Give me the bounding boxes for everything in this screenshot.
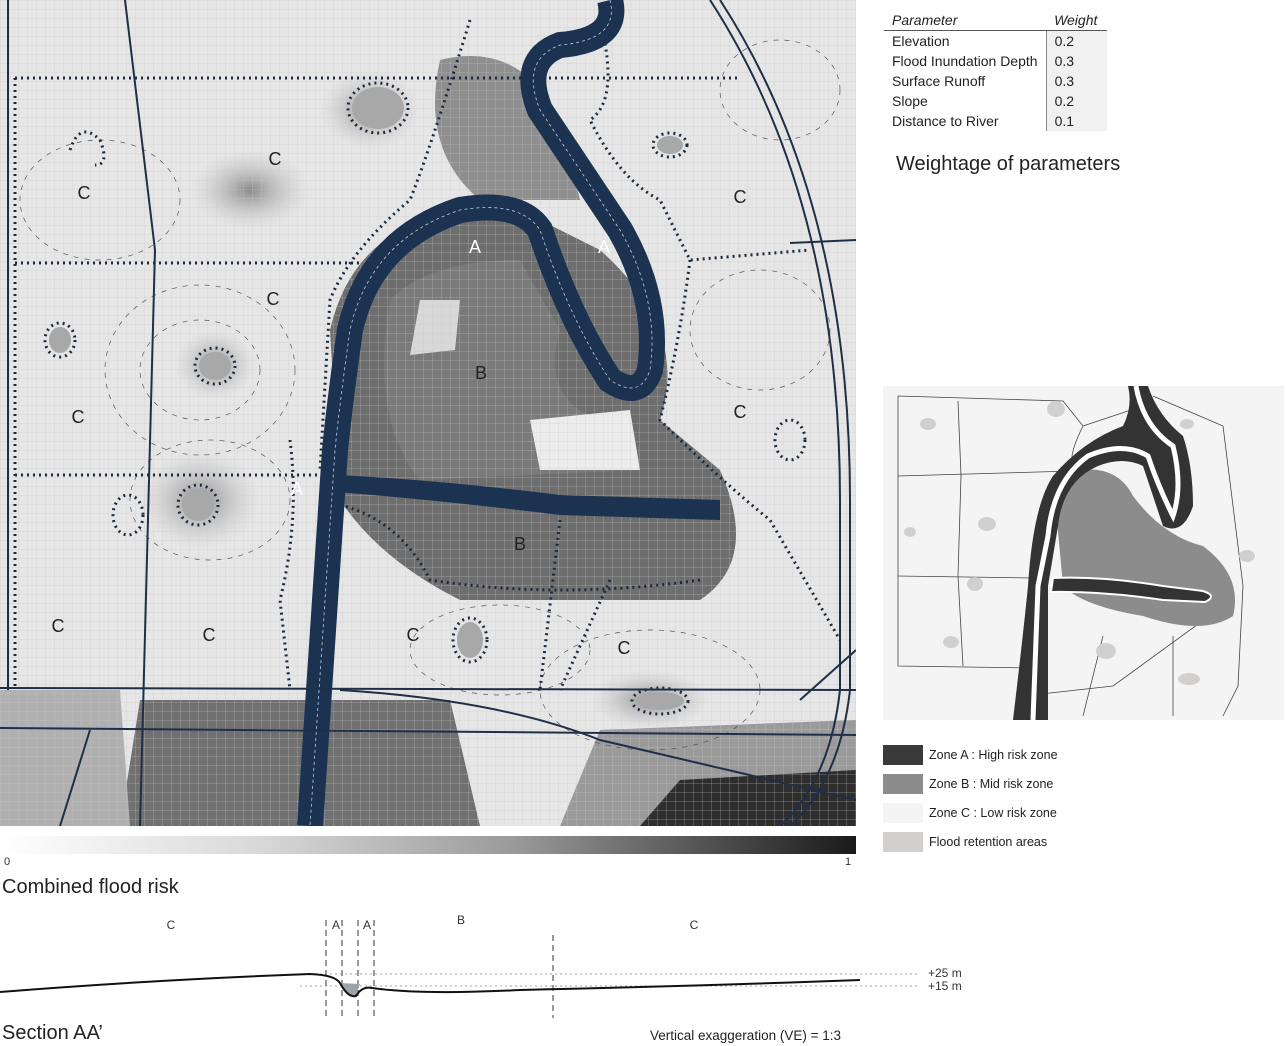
zone-label: B	[514, 534, 526, 554]
zone-label: A	[598, 237, 610, 257]
zone-label: C	[269, 149, 282, 169]
legend-label: Zone C : Low risk zone	[929, 805, 1057, 820]
table-row: Elevation 0.2	[884, 30, 1107, 51]
zone-label: C	[267, 289, 280, 309]
legend-label: Zone B : Mid risk zone	[929, 776, 1054, 791]
terrain-profile	[0, 972, 861, 998]
legend-swatch-zone-b	[883, 773, 923, 794]
elevation-guides	[300, 973, 920, 987]
zone-label: C	[618, 638, 631, 658]
table-row: Surface Runoff 0.3	[884, 71, 1107, 91]
zone-label: C	[203, 625, 216, 645]
weight-cell: 0.3	[1045, 51, 1107, 71]
legend-item: Zone B : Mid risk zone	[883, 769, 1183, 798]
section-aa: C A A B C +25 m +15 m	[0, 913, 962, 1018]
legend-swatch-zone-a	[883, 744, 923, 765]
zone-label: C	[78, 183, 91, 203]
elevation-high-label: +25 m	[928, 966, 962, 980]
elevation-low-label: +15 m	[928, 979, 962, 993]
zone-label: A	[469, 237, 481, 257]
legend-item: Zone A : High risk zone	[883, 740, 1183, 769]
section-dividers	[325, 920, 554, 1018]
zone-label: C	[734, 187, 747, 207]
weights-table: Parameter Weight Elevation 0.2 Flood Inun…	[884, 10, 1107, 131]
zone-label: C	[52, 616, 65, 636]
zone-label: C	[734, 402, 747, 422]
ve-note: Vertical exaggeration (VE) = 1:3	[650, 1028, 841, 1043]
legend: Zone A : High risk zone Zone B : Mid ris…	[883, 740, 1183, 856]
section-zone-label: B	[457, 913, 465, 927]
legend-swatch-retention	[883, 831, 923, 852]
section-zone-label: A	[363, 918, 371, 932]
weight-cell: 0.3	[1045, 71, 1107, 91]
legend-label: Flood retention areas	[929, 834, 1048, 849]
section-zone-label: C	[167, 918, 176, 932]
parameter-cell: Distance to River	[892, 113, 999, 129]
section-caption: Section AA’	[2, 1022, 103, 1044]
weight-header: Weight	[1046, 10, 1107, 31]
zone-map	[883, 386, 1284, 720]
parameter-cell: Elevation	[892, 33, 950, 49]
weights-caption: Weightage of parameters	[896, 153, 1121, 175]
risk-scale-bar	[0, 836, 856, 854]
table-header-row: Parameter Weight	[884, 10, 1107, 31]
table-row: Slope 0.2	[884, 91, 1107, 111]
zone-label: C	[407, 625, 420, 645]
weight-cell: 0.2	[1045, 91, 1107, 111]
parameter-cell: Flood Inundation Depth	[892, 53, 1038, 69]
table-row: Flood Inundation Depth 0.3	[884, 51, 1107, 71]
weight-cell: 0.2	[1045, 30, 1107, 51]
legend-item: Flood retention areas	[883, 827, 1183, 856]
scale-max-label: 1	[845, 856, 852, 868]
parameter-header: Parameter	[884, 10, 1047, 31]
zone-label: B	[475, 363, 487, 383]
legend-item: Zone C : Low risk zone	[883, 798, 1183, 827]
parameter-cell: Surface Runoff	[892, 73, 986, 89]
table-row: Distance to River 0.1	[884, 111, 1107, 131]
parameter-cell: Slope	[892, 93, 928, 109]
flood-risk-map: C C C C C A A B A B C C C C C C	[0, 0, 856, 826]
section-zone-label: A	[332, 918, 340, 932]
zone-label: A	[291, 479, 303, 499]
scale-min-label: 0	[4, 856, 11, 868]
legend-swatch-zone-c	[883, 802, 923, 823]
weight-cell: 0.1	[1045, 111, 1107, 131]
zone-label: C	[72, 407, 85, 427]
section-zone-label: C	[690, 918, 699, 932]
legend-label: Zone A : High risk zone	[929, 747, 1058, 762]
map-caption: Combined flood risk	[2, 876, 179, 898]
